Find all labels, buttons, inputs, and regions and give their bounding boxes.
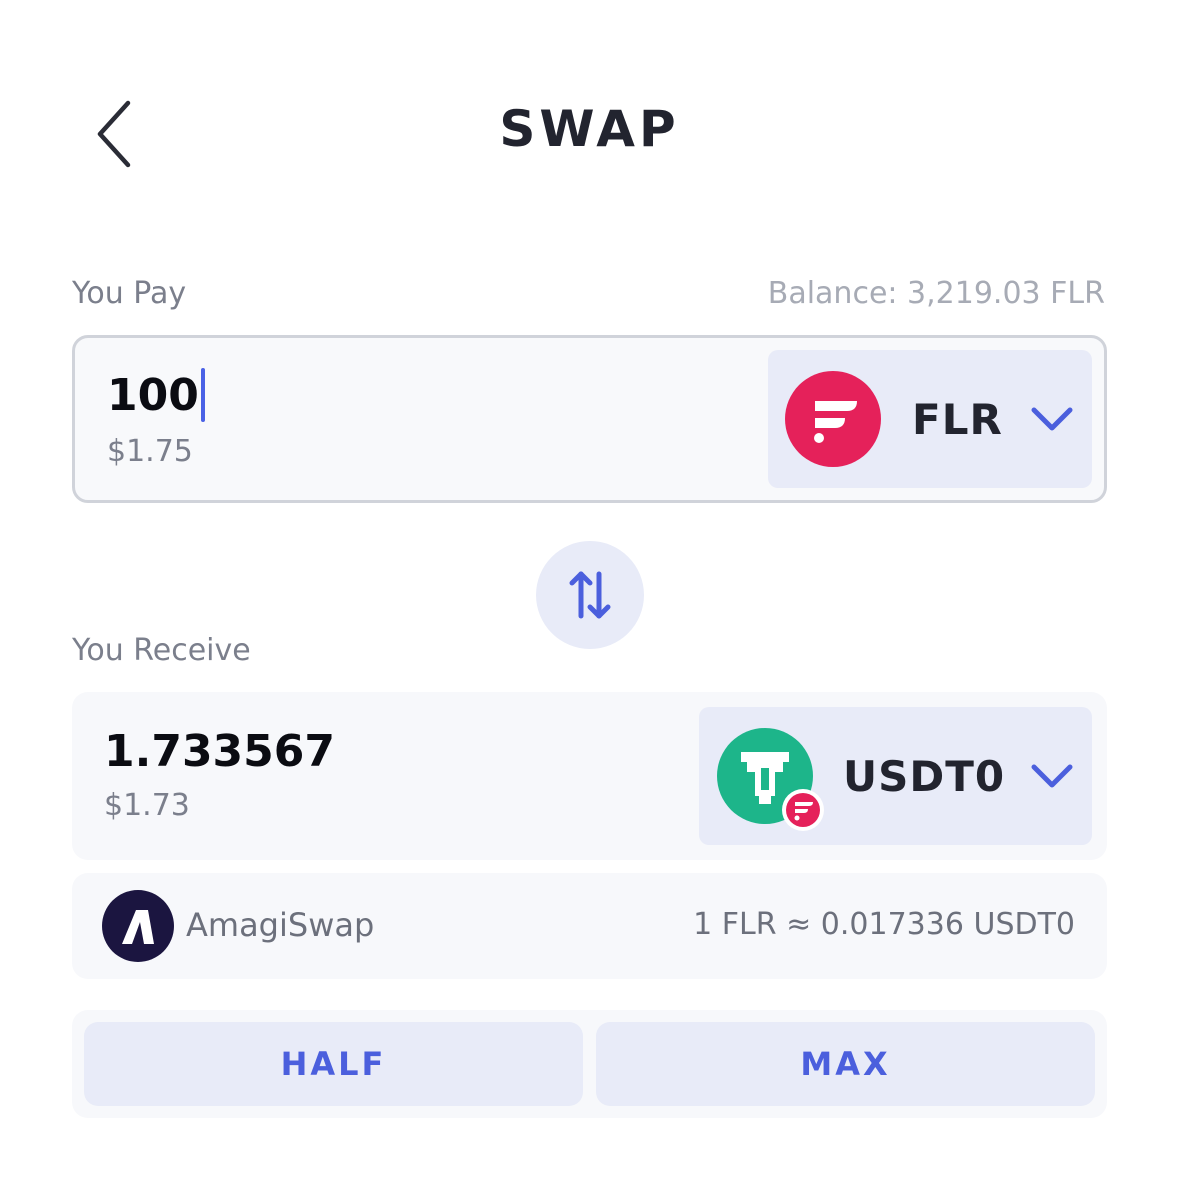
pay-amount-value: 100	[107, 369, 199, 421]
amagiswap-logo-icon	[102, 890, 174, 962]
receive-token-selector[interactable]: USDT0	[699, 707, 1092, 845]
amount-shortcuts: HALF MAX	[72, 1010, 1107, 1118]
half-button[interactable]: HALF	[84, 1022, 583, 1106]
pay-fiat-value: $1.75	[107, 434, 193, 469]
route-provider-name: AmagiSwap	[186, 906, 375, 944]
exchange-rate: 1 FLR ≈ 0.017336 USDT0	[693, 907, 1075, 942]
swap-screen: SWAP You Pay Balance: 3,219.03 FLR 100 $…	[0, 0, 1179, 1179]
pay-amount-box: 100 $1.75 FLR	[72, 335, 1107, 503]
swap-vertical-arrows-icon	[569, 571, 611, 619]
receive-amount-box: 1.733567 $1.73 USDT0	[72, 692, 1107, 860]
receive-amount-value: 1.733567	[104, 726, 336, 777]
flare-logo-icon	[785, 371, 881, 467]
pay-amount-input[interactable]: 100	[107, 368, 205, 422]
chevron-down-icon	[1031, 764, 1073, 788]
max-button[interactable]: MAX	[596, 1022, 1095, 1106]
pay-token-selector[interactable]: FLR	[768, 350, 1092, 488]
receive-fiat-value: $1.73	[104, 788, 190, 823]
you-receive-label: You Receive	[72, 633, 251, 668]
usdt0-logo-icon	[717, 728, 824, 831]
chevron-down-icon	[1031, 407, 1073, 431]
switch-tokens-button[interactable]	[536, 541, 644, 649]
page-title: SWAP	[499, 100, 680, 158]
flare-network-badge-icon	[782, 789, 824, 831]
you-pay-label: You Pay	[72, 276, 187, 311]
pay-token-symbol: FLR	[912, 395, 1003, 444]
receive-token-symbol: USDT0	[843, 752, 1006, 801]
route-info-row[interactable]: AmagiSwap 1 FLR ≈ 0.017336 USDT0	[72, 873, 1107, 979]
text-caret	[200, 368, 205, 422]
balance-text: Balance: 3,219.03 FLR	[767, 276, 1105, 311]
